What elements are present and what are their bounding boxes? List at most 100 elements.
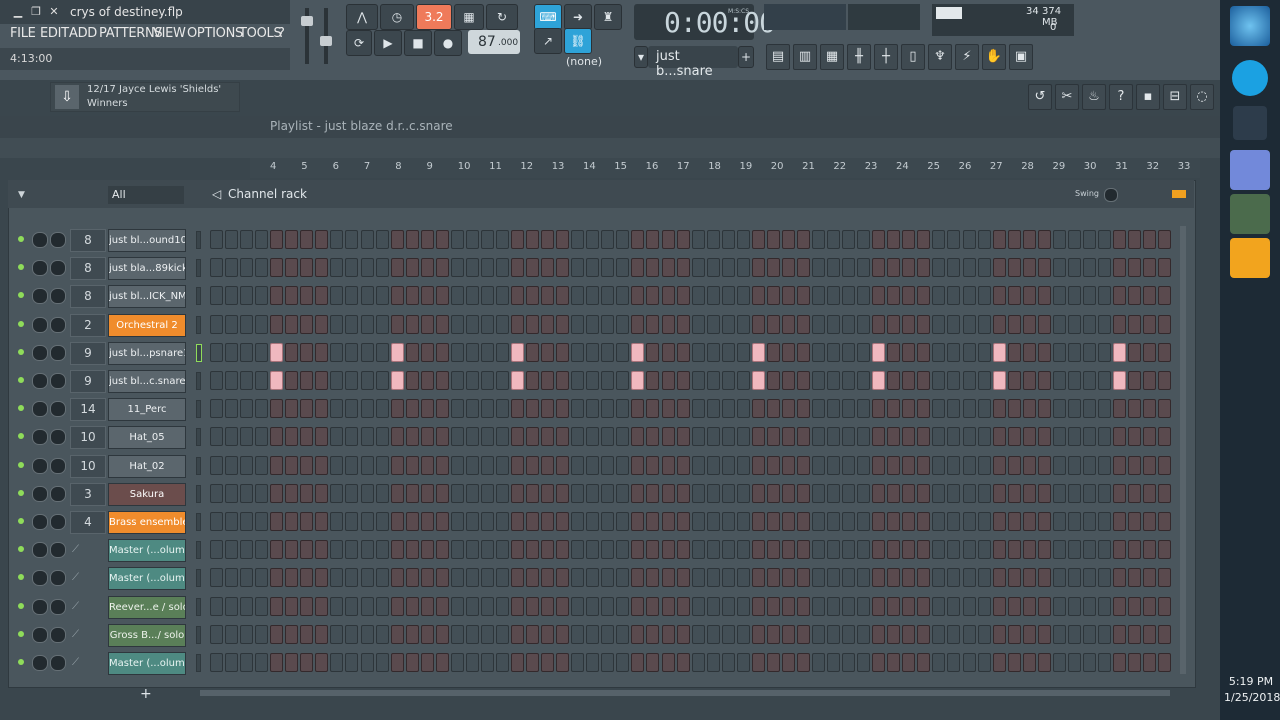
step-button[interactable] [812,568,825,588]
step-button[interactable] [751,286,765,306]
step-button[interactable] [390,512,404,531]
step-button[interactable] [1128,653,1142,672]
step-button[interactable] [480,624,494,644]
step-button[interactable] [300,427,314,447]
channel-mixer-track[interactable]: 9 [70,341,106,365]
step-button[interactable] [1082,624,1096,644]
menu-help[interactable]: ? [278,26,285,41]
step-button[interactable] [751,624,765,644]
step-button[interactable] [676,427,690,447]
step-button[interactable] [827,342,841,362]
pattern-index-display[interactable]: 3.2 [416,4,452,30]
step-button[interactable] [1037,399,1051,419]
channel-pan-knob[interactable] [32,344,48,361]
channel-row[interactable]: 8 just bl...ICK_NM [18,285,1178,309]
step-button[interactable] [435,568,449,588]
step-button[interactable] [781,540,795,560]
channel-volume-knob[interactable] [50,626,66,643]
step-button[interactable] [721,568,735,588]
step-button[interactable] [480,540,494,560]
step-button[interactable] [541,455,555,475]
step-button[interactable] [601,371,615,390]
step-button[interactable] [1022,596,1036,616]
step-button[interactable] [631,483,645,503]
step-button[interactable] [420,540,434,560]
pattern-song-toggle[interactable]: ⟳ [346,30,372,56]
step-button[interactable] [345,258,359,278]
step-button[interactable] [691,540,705,560]
step-button[interactable] [977,540,991,560]
step-button[interactable] [375,342,389,362]
step-button[interactable] [375,455,389,475]
step-button[interactable] [375,512,389,531]
step-button[interactable] [827,230,841,249]
step-button[interactable] [526,512,540,531]
step-button[interactable] [887,512,901,531]
channel-select-indicator[interactable] [196,625,201,644]
step-button[interactable] [1158,371,1172,390]
step-button[interactable] [992,455,1006,475]
step-button[interactable] [601,258,615,278]
step-button[interactable] [1158,596,1172,616]
step-button[interactable] [330,483,344,503]
step-button[interactable] [1067,624,1081,644]
graph-editor-icon[interactable] [1172,190,1186,198]
step-button[interactable] [495,455,509,475]
channel-row[interactable]: ⟋ Master (...olume [18,652,1178,675]
step-button[interactable] [420,286,434,306]
channel-rack-icon[interactable]: ▦ [820,44,844,70]
channel-name-button[interactable]: just bl...c.snare [108,370,186,393]
step-button[interactable] [646,258,660,278]
step-button[interactable] [1158,342,1172,362]
step-button[interactable] [526,568,540,588]
step-button[interactable] [902,258,916,278]
step-button[interactable] [872,371,886,390]
step-button[interactable] [601,596,615,616]
step-button[interactable] [631,596,645,616]
channel-row[interactable]: 8 just bla...89kick [18,257,1178,281]
step-button[interactable] [781,342,795,362]
step-button[interactable] [857,653,871,672]
step-button[interactable] [947,314,961,334]
step-button[interactable] [1022,653,1036,672]
step-button[interactable] [781,230,795,249]
step-button[interactable] [962,596,976,616]
step-button[interactable] [887,427,901,447]
step-button[interactable] [240,314,254,334]
step-button[interactable] [1082,483,1096,503]
step-button[interactable] [345,540,359,560]
step-button[interactable] [1143,540,1157,560]
step-button[interactable] [1158,455,1172,475]
step-button[interactable] [1113,568,1126,588]
step-button[interactable] [375,653,389,672]
step-button[interactable] [796,455,810,475]
step-button[interactable] [330,540,344,560]
step-button[interactable] [947,427,961,447]
step-button[interactable] [526,399,540,419]
step-button[interactable] [556,568,570,588]
step-button[interactable] [390,258,404,278]
step-button[interactable] [902,342,916,362]
step-button[interactable] [405,653,419,672]
step-button[interactable] [842,286,856,306]
step-button[interactable] [1022,427,1036,447]
step-button[interactable] [992,483,1006,503]
step-button[interactable] [1158,314,1172,334]
step-button[interactable] [1007,455,1021,475]
step-button[interactable] [766,371,780,390]
step-button[interactable] [270,371,284,390]
step-button[interactable] [781,399,795,419]
group-filter-select[interactable]: All [108,186,184,204]
step-button[interactable] [887,286,901,306]
step-button[interactable] [721,483,735,503]
channel-mute-led[interactable] [18,461,24,468]
step-button[interactable] [1128,512,1142,531]
step-button[interactable] [556,624,570,644]
step-button[interactable] [375,540,389,560]
step-button[interactable] [932,568,946,588]
step-button[interactable] [465,540,479,560]
step-button[interactable] [495,624,509,644]
step-button[interactable] [1143,230,1157,249]
step-button[interactable] [1082,568,1096,588]
step-button[interactable] [405,399,419,419]
